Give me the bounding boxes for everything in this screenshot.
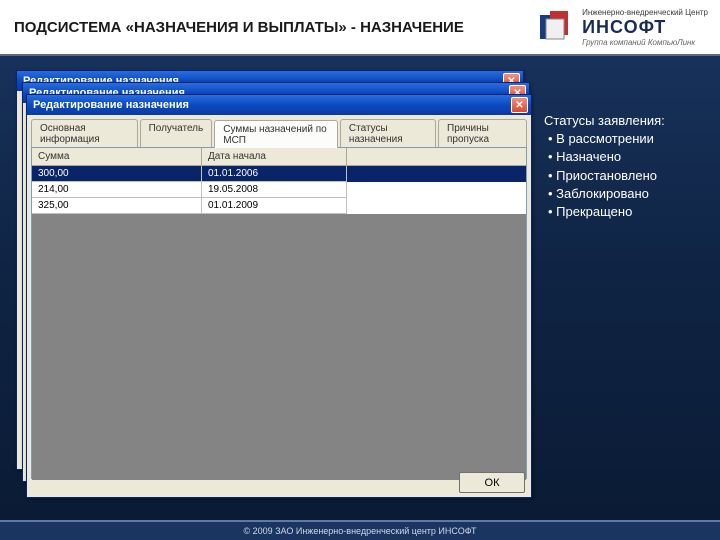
logo-line2: ИНСОФТ (582, 17, 708, 38)
legend-heading: Статусы заявления: (544, 112, 665, 130)
tab-statuses[interactable]: Статусы назначения (340, 119, 436, 147)
window-title: Редактирование назначения (33, 99, 189, 111)
table-row[interactable]: 325,00 01.01.2009 (32, 198, 526, 214)
table-row[interactable]: 214,00 19.05.2008 (32, 182, 526, 198)
logo-icon (536, 7, 576, 47)
status-item: Приостановлено (548, 167, 665, 185)
status-item: В рассмотрении (548, 130, 665, 148)
grid-header: Сумма Дата начала (32, 148, 526, 166)
titlebar[interactable]: Редактирование назначения ✕ (27, 95, 531, 115)
footer: © 2009 ЗАО Инженерно-внедренческий центр… (0, 520, 720, 540)
slide-header: ПОДСИСТЕМА «НАЗНАЧЕНИЯ И ВЫПЛАТЫ» - НАЗН… (0, 0, 720, 56)
cell-date: 19.05.2008 (202, 182, 347, 198)
status-item: Назначено (548, 148, 665, 166)
cell-date: 01.01.2009 (202, 198, 347, 214)
copyright: © 2009 ЗАО Инженерно-внедренческий центр… (243, 526, 476, 536)
column-sum[interactable]: Сумма (32, 148, 202, 165)
logo-line3: Группа компаний КомпьюЛинк (582, 38, 708, 47)
tab-skip-reasons[interactable]: Причины пропуска (438, 119, 527, 147)
cell-sum: 325,00 (32, 198, 202, 214)
close-icon[interactable]: ✕ (511, 97, 528, 113)
dialog-window: Редактирование назначения ✕ Основная инф… (26, 94, 532, 498)
tab-amounts-msp[interactable]: Суммы назначений по МСП (214, 120, 338, 148)
status-legend: Статусы заявления: В рассмотрении Назнач… (544, 112, 665, 221)
tab-recipient[interactable]: Получатель (140, 119, 213, 147)
cell-sum: 300,00 (32, 166, 202, 182)
logo-line1: Инженерно-внедренческий Центр (582, 8, 708, 17)
status-item: Заблокировано (548, 185, 665, 203)
cell-sum: 214,00 (32, 182, 202, 198)
tab-strip: Основная информация Получатель Суммы наз… (27, 115, 531, 147)
grid-body: 300,00 01.01.2006 214,00 19.05.2008 325,… (32, 166, 526, 480)
table-row[interactable]: 300,00 01.01.2006 (32, 166, 526, 182)
status-item: Прекращено (548, 203, 665, 221)
logo: Инженерно-внедренческий Центр ИНСОФТ Гру… (536, 7, 720, 47)
cell-date: 01.01.2006 (202, 166, 347, 182)
work-area: Редактирование назначения ✕ Редактировани… (16, 70, 532, 500)
data-grid[interactable]: Сумма Дата начала 300,00 01.01.2006 214,… (31, 147, 527, 479)
page-title: ПОДСИСТЕМА «НАЗНАЧЕНИЯ И ВЫПЛАТЫ» - НАЗН… (0, 19, 536, 36)
column-date[interactable]: Дата начала (202, 148, 347, 165)
ok-button[interactable]: ОК (459, 472, 525, 493)
tab-main-info[interactable]: Основная информация (31, 119, 138, 147)
